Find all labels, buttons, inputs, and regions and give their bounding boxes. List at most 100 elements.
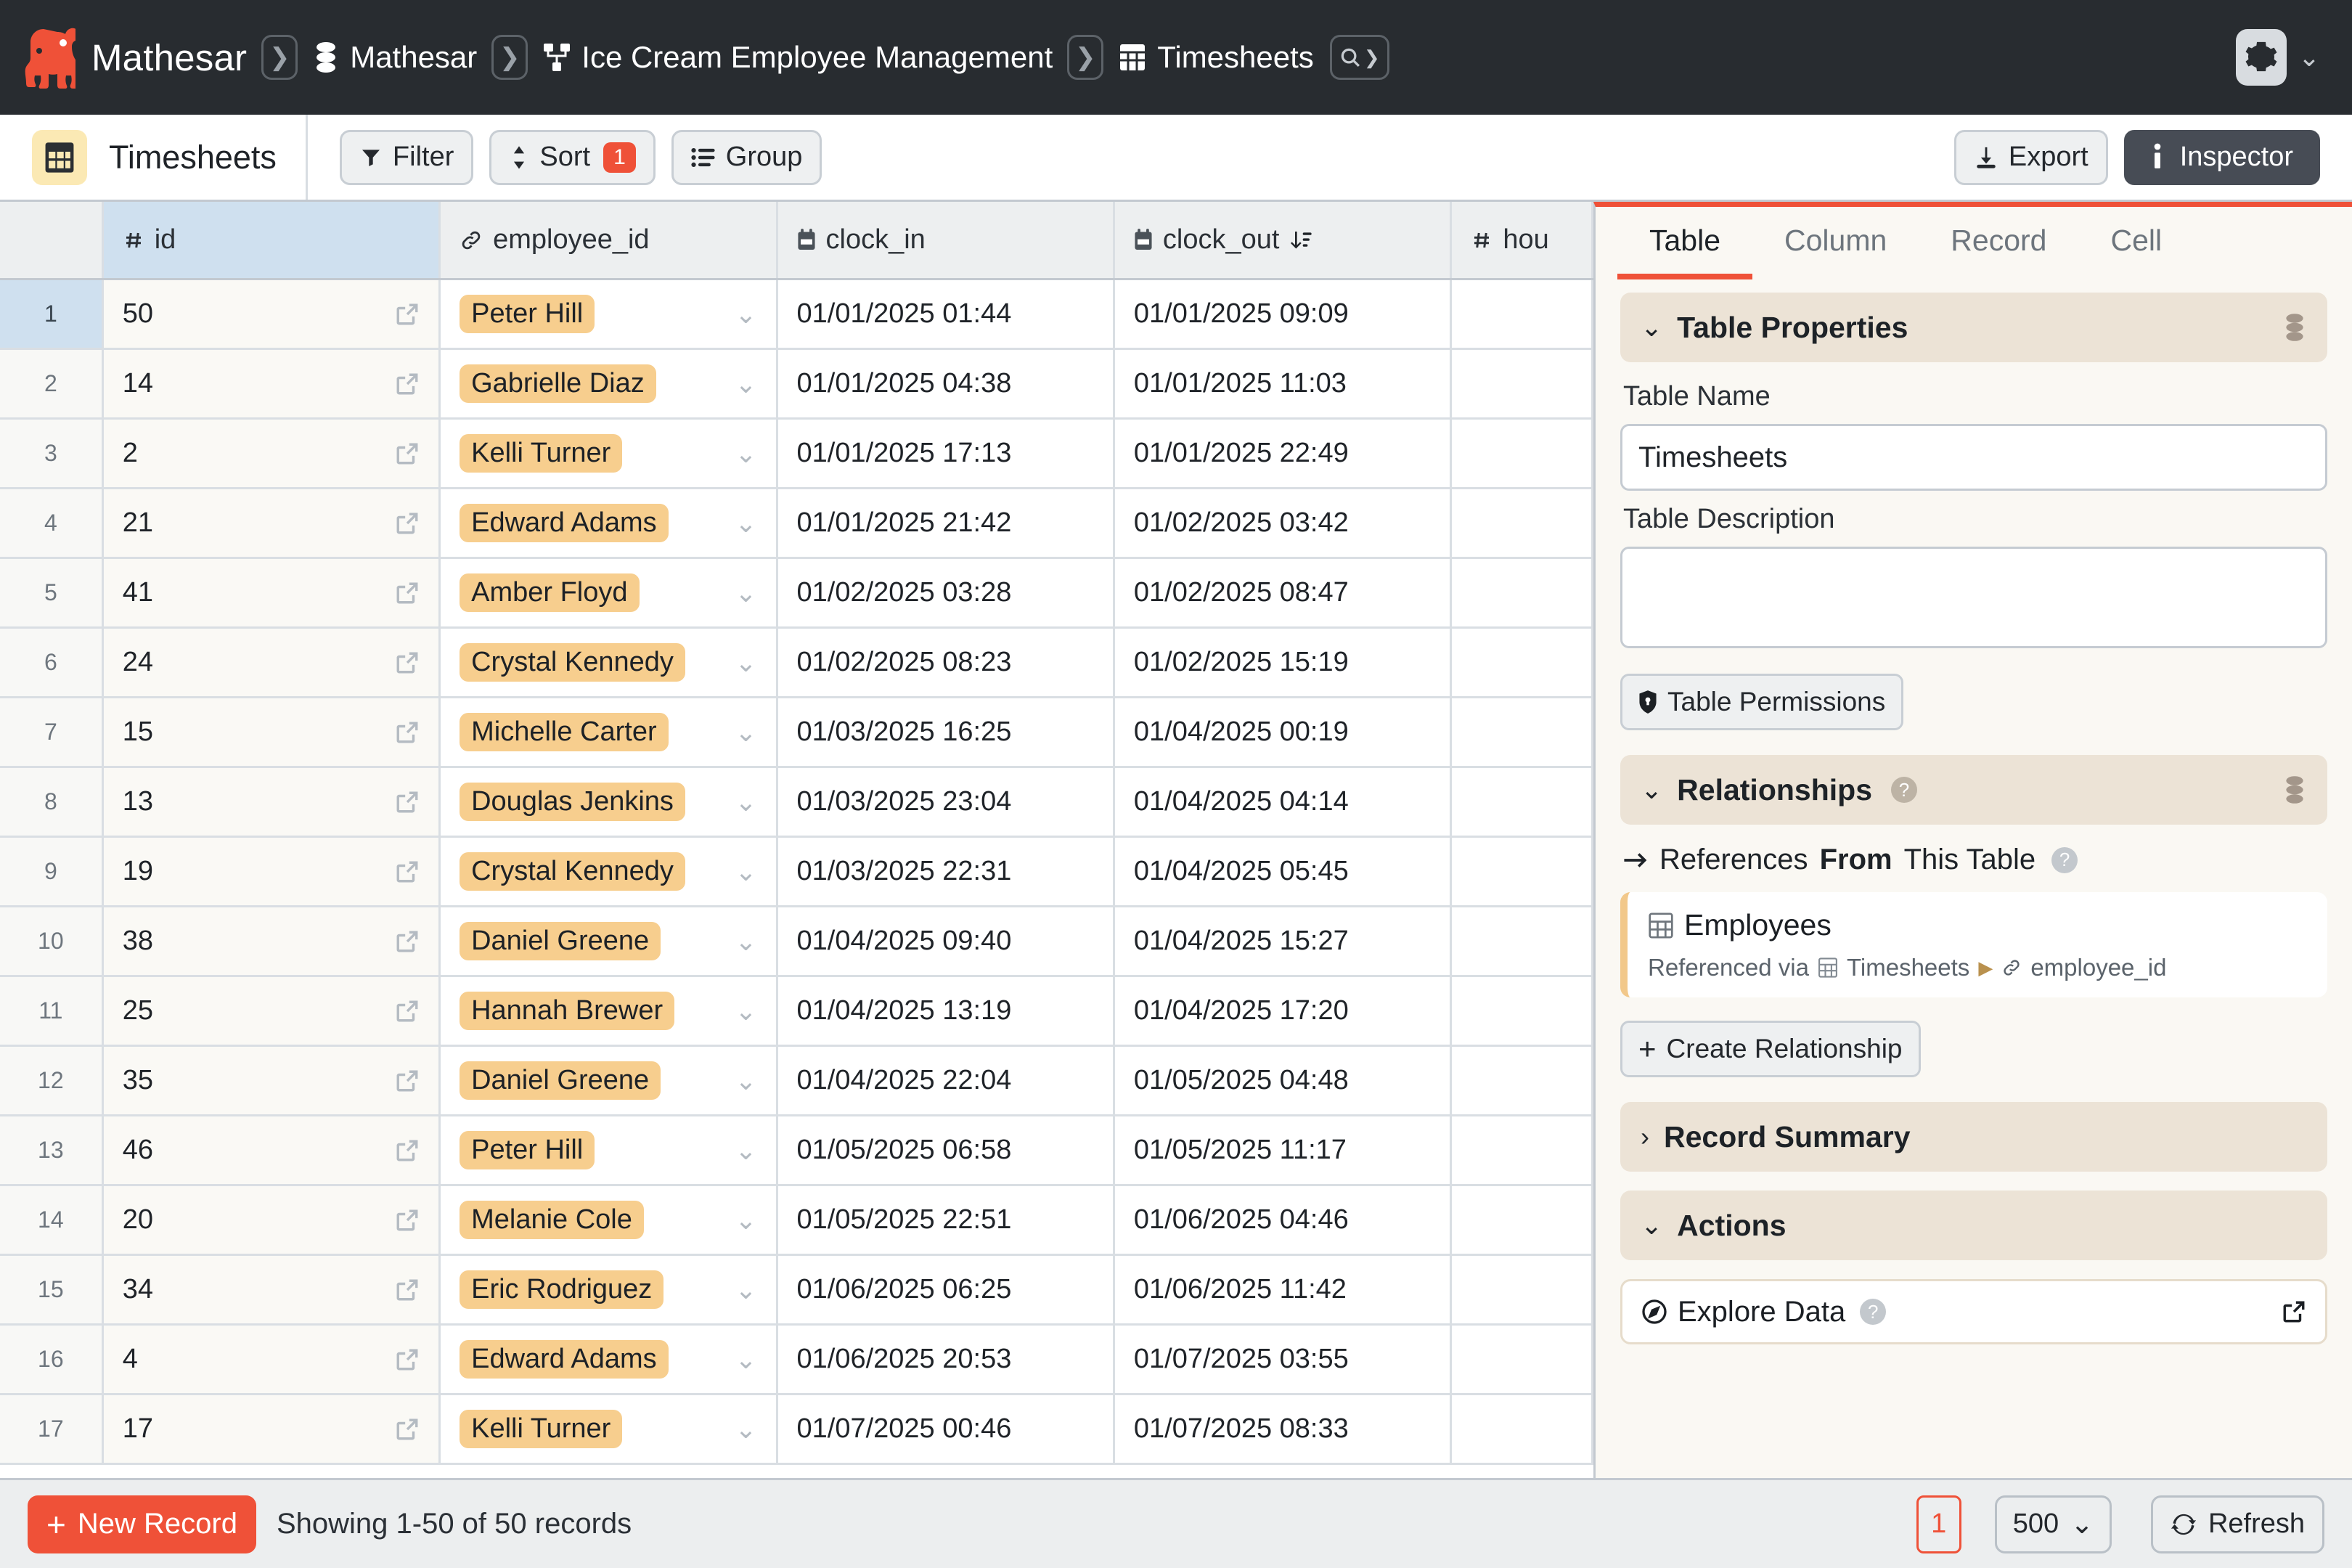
- cell-clock-in[interactable]: 01/03/2025 22:31: [778, 838, 1115, 905]
- cell-id[interactable]: 15: [103, 698, 441, 766]
- cell-id[interactable]: 34: [103, 1256, 441, 1323]
- cell-employee-id[interactable]: Edward Adams ⌄: [441, 1326, 778, 1393]
- settings-caret-icon[interactable]: ⌄: [2298, 42, 2320, 73]
- column-header-clock-in[interactable]: clock_in: [777, 202, 1115, 278]
- cell-employee-id[interactable]: Michelle Carter ⌄: [441, 698, 778, 766]
- cell-clock-in[interactable]: 01/03/2025 23:04: [778, 768, 1115, 836]
- cell-clock-in[interactable]: 01/01/2025 04:38: [778, 350, 1115, 417]
- cell-employee-id[interactable]: Kelli Turner ⌄: [441, 420, 778, 487]
- relationship-card[interactable]: Employees Referenced via Timesheets ▶ em…: [1620, 892, 2327, 997]
- breadcrumb-database[interactable]: Mathesar: [312, 40, 477, 75]
- cell-employee-id[interactable]: Peter Hill ⌄: [441, 1116, 778, 1184]
- cell-hours[interactable]: [1452, 768, 1593, 836]
- cell-employee-id[interactable]: Daniel Greene ⌄: [441, 1047, 778, 1114]
- open-record-icon[interactable]: [395, 1138, 420, 1163]
- cell-employee-id[interactable]: Kelli Turner ⌄: [441, 1395, 778, 1463]
- cell-id[interactable]: 24: [103, 629, 441, 696]
- cell-clock-in[interactable]: 01/05/2025 06:58: [778, 1116, 1115, 1184]
- open-record-icon[interactable]: [395, 929, 420, 954]
- chevron-down-icon[interactable]: ⌄: [735, 1414, 756, 1445]
- inspector-button[interactable]: Inspector: [2123, 129, 2320, 185]
- table-row[interactable]: 7 15 Michelle Carter ⌄ 01/03/2025 16:25 01/04…: [0, 698, 1593, 768]
- cell-employee-id[interactable]: Gabrielle Diaz ⌄: [441, 350, 778, 417]
- cell-clock-out[interactable]: 01/01/2025 09:09: [1115, 280, 1453, 348]
- breadcrumb-schema[interactable]: Ice Cream Employee Management: [542, 40, 1053, 75]
- table-row[interactable]: 1 50 Peter Hill ⌄ 01/01/2025 01:44 01/01/2025…: [0, 280, 1593, 350]
- chevron-down-icon[interactable]: ⌄: [735, 369, 756, 399]
- cell-clock-out[interactable]: 01/04/2025 05:45: [1115, 838, 1453, 905]
- open-record-icon[interactable]: [395, 790, 420, 814]
- chevron-down-icon[interactable]: ⌄: [735, 1066, 756, 1096]
- cell-hours[interactable]: [1452, 1326, 1593, 1393]
- table-row[interactable]: 5 41 Amber Floyd ⌄ 01/02/2025 03:28 01/02/202…: [0, 559, 1593, 629]
- chevron-down-icon[interactable]: ⌄: [735, 508, 756, 539]
- chevron-down-icon[interactable]: ⌄: [735, 717, 756, 748]
- cell-hours[interactable]: [1452, 1047, 1593, 1114]
- table-row[interactable]: 2 14 Gabrielle Diaz ⌄ 01/01/2025 04:38 01/01/…: [0, 350, 1593, 420]
- cell-id[interactable]: 19: [103, 838, 441, 905]
- cell-clock-out[interactable]: 01/05/2025 04:48: [1115, 1047, 1453, 1114]
- cell-hours[interactable]: [1452, 1256, 1593, 1323]
- cell-hours[interactable]: [1452, 420, 1593, 487]
- cell-clock-out[interactable]: 01/04/2025 04:14: [1115, 768, 1453, 836]
- cell-hours[interactable]: [1452, 698, 1593, 766]
- tab-table[interactable]: Table: [1617, 207, 1753, 279]
- cell-employee-id[interactable]: Crystal Kennedy ⌄: [441, 838, 778, 905]
- open-record-icon[interactable]: [395, 441, 420, 466]
- cell-hours[interactable]: [1452, 1395, 1593, 1463]
- cell-id[interactable]: 4: [103, 1326, 441, 1393]
- cell-clock-in[interactable]: 01/07/2025 00:46: [778, 1395, 1115, 1463]
- settings-button[interactable]: [2235, 29, 2287, 86]
- column-header-clock-out[interactable]: clock_out: [1114, 202, 1453, 278]
- table-row[interactable]: 3 2 Kelli Turner ⌄ 01/01/2025 17:13 01/01/202…: [0, 420, 1593, 489]
- table-row[interactable]: 6 24 Crystal Kennedy ⌄ 01/02/2025 08:23 01/02…: [0, 629, 1593, 698]
- cell-hours[interactable]: [1452, 280, 1593, 348]
- table-row[interactable]: 16 4 Edward Adams ⌄ 01/06/2025 20:53 01/07/20…: [0, 1326, 1593, 1395]
- cell-hours[interactable]: [1452, 350, 1593, 417]
- chevron-down-icon[interactable]: ⌄: [735, 1135, 756, 1166]
- cell-employee-id[interactable]: Crystal Kennedy ⌄: [441, 629, 778, 696]
- cell-id[interactable]: 14: [103, 350, 441, 417]
- open-record-icon[interactable]: [395, 1417, 420, 1442]
- cell-id[interactable]: 35: [103, 1047, 441, 1114]
- open-record-icon[interactable]: [395, 581, 420, 605]
- cell-employee-id[interactable]: Douglas Jenkins ⌄: [441, 768, 778, 836]
- cell-employee-id[interactable]: Melanie Cole ⌄: [441, 1186, 778, 1254]
- cell-clock-in[interactable]: 01/04/2025 22:04: [778, 1047, 1115, 1114]
- chevron-down-icon[interactable]: ⌄: [735, 1275, 756, 1305]
- create-relationship-button[interactable]: + Create Relationship: [1620, 1021, 1921, 1077]
- column-header-employee-id[interactable]: employee_id: [441, 202, 778, 278]
- cell-id[interactable]: 13: [103, 768, 441, 836]
- cell-id[interactable]: 41: [103, 559, 441, 626]
- open-record-icon[interactable]: [395, 372, 420, 396]
- cell-hours[interactable]: [1452, 907, 1593, 975]
- cell-id[interactable]: 21: [103, 489, 441, 557]
- section-header-record-summary[interactable]: › Record Summary: [1620, 1102, 2327, 1172]
- sort-button[interactable]: Sort 1: [489, 129, 656, 185]
- cell-clock-out[interactable]: 01/05/2025 11:17: [1115, 1116, 1453, 1184]
- table-row[interactable]: 11 25 Hannah Brewer ⌄ 01/04/2025 13:19 01/04/…: [0, 977, 1593, 1047]
- cell-clock-out[interactable]: 01/07/2025 03:55: [1115, 1326, 1453, 1393]
- table-row[interactable]: 12 35 Daniel Greene ⌄ 01/04/2025 22:04 01/05/…: [0, 1047, 1593, 1116]
- cell-clock-out[interactable]: 01/02/2025 03:42: [1115, 489, 1453, 557]
- help-icon[interactable]: ?: [2051, 846, 2078, 873]
- open-record-icon[interactable]: [395, 1208, 420, 1233]
- cell-clock-out[interactable]: 01/07/2025 08:33: [1115, 1395, 1453, 1463]
- open-record-icon[interactable]: [395, 1069, 420, 1093]
- cell-id[interactable]: 25: [103, 977, 441, 1045]
- column-header-hours[interactable]: hou: [1452, 202, 1593, 278]
- tab-record[interactable]: Record: [1919, 207, 2078, 279]
- cell-employee-id[interactable]: Peter Hill ⌄: [441, 280, 778, 348]
- search-button[interactable]: ❯: [1329, 35, 1389, 80]
- chevron-down-icon[interactable]: ⌄: [735, 996, 756, 1026]
- help-icon[interactable]: ?: [1891, 777, 1917, 803]
- tab-cell[interactable]: Cell: [2078, 207, 2194, 279]
- cell-hours[interactable]: [1452, 559, 1593, 626]
- cell-clock-out[interactable]: 01/02/2025 15:19: [1115, 629, 1453, 696]
- table-row[interactable]: 10 38 Daniel Greene ⌄ 01/04/2025 09:40 01/04/…: [0, 907, 1593, 977]
- cell-clock-in[interactable]: 01/03/2025 16:25: [778, 698, 1115, 766]
- breadcrumb-table[interactable]: Timesheets: [1118, 40, 1314, 75]
- export-button[interactable]: Export: [1953, 129, 2108, 185]
- chevron-down-icon[interactable]: ⌄: [735, 926, 756, 957]
- open-record-icon[interactable]: [395, 720, 420, 745]
